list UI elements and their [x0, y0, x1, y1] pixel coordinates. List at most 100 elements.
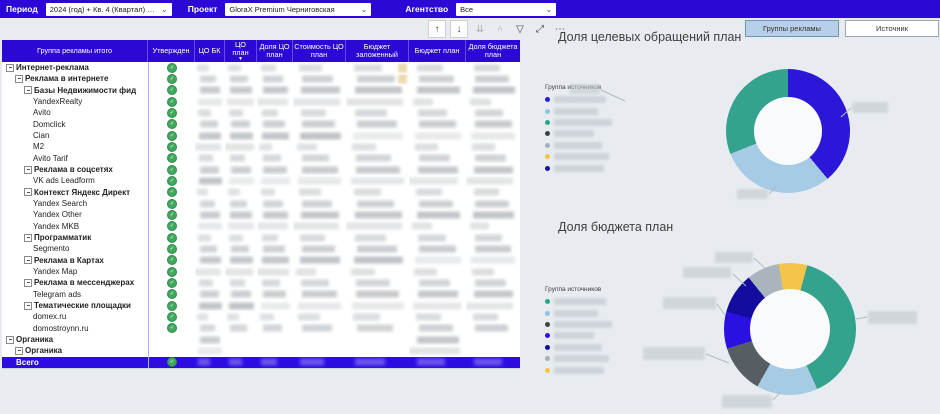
- legend-item[interactable]: [545, 342, 612, 353]
- table-row[interactable]: Avito ✓: [2, 107, 520, 119]
- collapse-icon[interactable]: [24, 278, 32, 287]
- table-row[interactable]: Реклама в мессенджерах ✓: [2, 277, 520, 289]
- redacted-value: [230, 324, 247, 332]
- legend-item[interactable]: [545, 364, 612, 375]
- column-header[interactable]: Стоимость ЦО план: [293, 40, 346, 62]
- table-row[interactable]: Telegram ads ✓: [2, 288, 520, 300]
- view-button[interactable]: Группы рекламы: [745, 20, 839, 37]
- redacted-value: [475, 154, 507, 162]
- table-row[interactable]: Реклама в Картах ✓: [2, 254, 520, 266]
- donut-chart-budget-share[interactable]: [724, 263, 856, 395]
- table-row[interactable]: Yandex Other ✓: [2, 209, 520, 221]
- table-row[interactable]: M2 ✓: [2, 141, 520, 153]
- redacted-value: [260, 188, 276, 196]
- legend-item[interactable]: [545, 162, 612, 173]
- table-row[interactable]: Реклама в интернете ✓: [2, 73, 520, 85]
- expand-all-icon[interactable]: ⇊: [472, 21, 488, 37]
- column-header[interactable]: ЦО БК: [195, 40, 225, 62]
- collapse-icon[interactable]: [24, 86, 32, 95]
- collapse-icon[interactable]: [24, 233, 32, 242]
- legend-item[interactable]: [545, 319, 612, 330]
- collapse-icon[interactable]: [15, 346, 23, 355]
- redacted-value: [200, 211, 221, 219]
- collapse-icon[interactable]: [24, 165, 32, 174]
- legend-item[interactable]: [545, 105, 612, 116]
- redacted-value: [300, 234, 325, 242]
- table-row[interactable]: Yandex Search ✓: [2, 197, 520, 210]
- table-row[interactable]: domex.ru ✓: [2, 311, 520, 323]
- legend-item[interactable]: [545, 151, 612, 162]
- legend-item[interactable]: [545, 94, 612, 105]
- redacted-value: [199, 75, 216, 83]
- redacted-value: [293, 222, 340, 230]
- column-header[interactable]: Утвержден: [148, 40, 195, 62]
- collapse-icon[interactable]: [6, 335, 14, 344]
- focus-mode-icon[interactable]: ⤢: [532, 21, 548, 37]
- redacted-value: [262, 211, 288, 219]
- table-row[interactable]: Avito Tarif ✓: [2, 152, 520, 164]
- highlighted-value: [398, 74, 407, 84]
- redacted-value: [229, 109, 244, 117]
- column-header[interactable]: Группа рекламы итого: [2, 40, 148, 62]
- redacted-value: [299, 358, 325, 366]
- drill-down-icon[interactable]: ↓: [450, 20, 468, 38]
- collapse-icon[interactable]: [24, 301, 32, 310]
- table-row[interactable]: Интернет-реклама ✓: [2, 62, 520, 74]
- table-row[interactable]: Программатик ✓: [2, 231, 520, 244]
- redacted-value: [228, 358, 243, 366]
- collapse-icon[interactable]: [24, 256, 32, 265]
- table-row[interactable]: Тематические площадки ✓: [2, 299, 520, 312]
- drill-up-icon[interactable]: ↑: [428, 20, 446, 38]
- legend-dot-icon: [545, 97, 550, 103]
- redacted-value: [418, 324, 453, 332]
- table-row[interactable]: VK ads Leadform ✓: [2, 175, 520, 187]
- column-header[interactable]: Бюджет план: [409, 40, 466, 62]
- column-header[interactable]: Доля бюджета план: [466, 40, 520, 62]
- redacted-value: [416, 86, 461, 94]
- view-button[interactable]: Источник: [845, 20, 939, 37]
- donut-chart-target-leads[interactable]: [726, 69, 850, 193]
- legend-item[interactable]: [545, 296, 612, 307]
- period-dropdown[interactable]: 2024 (год) + Кв. 4 (Квартал) + Октябрь (…: [45, 2, 172, 16]
- legend-dot-icon: [545, 154, 550, 160]
- redacted-value: [263, 245, 285, 253]
- project-dropdown[interactable]: GloraX Premium Черниговская ⌄: [225, 2, 372, 16]
- table-row[interactable]: Контекст Яндекс Директ ✓: [2, 186, 520, 198]
- redacted-value: [228, 177, 254, 185]
- legend-item[interactable]: [545, 330, 612, 341]
- table-total-row[interactable]: Всего ✓: [2, 356, 520, 368]
- approved-check-icon: ✓: [167, 289, 177, 300]
- legend-item[interactable]: [545, 307, 612, 318]
- collapse-icon[interactable]: [15, 74, 23, 83]
- legend-item[interactable]: [545, 128, 612, 139]
- redacted-value: [197, 188, 209, 196]
- table-row[interactable]: Базы Недвижимости фид ✓: [2, 84, 520, 96]
- collapse-icon[interactable]: [24, 188, 32, 197]
- table-row[interactable]: Segmento ✓: [2, 243, 520, 255]
- collapse-icon[interactable]: [6, 63, 14, 72]
- redacted-value: [346, 222, 402, 230]
- project-value: GloraX Premium Черниговская: [229, 4, 335, 14]
- redacted-value: [475, 245, 512, 253]
- redacted-value: [355, 109, 387, 117]
- column-header[interactable]: ЦО план ▼: [225, 40, 257, 62]
- table-row[interactable]: Yandex MKB ✓: [2, 220, 520, 232]
- filter-icon[interactable]: ▽: [512, 21, 528, 37]
- column-header[interactable]: Бюджет заложенный: [346, 40, 409, 62]
- agency-dropdown[interactable]: Все ⌄: [456, 2, 557, 16]
- table-row[interactable]: Domclick ✓: [2, 118, 520, 130]
- redacted-value: [418, 245, 456, 253]
- drill-hierarchy-icon[interactable]: ⑃: [492, 21, 508, 37]
- redacted-value: [466, 302, 513, 310]
- legend-item[interactable]: [545, 140, 612, 151]
- table-row[interactable]: domostroynn.ru ✓: [2, 322, 520, 334]
- table-row[interactable]: Cian ✓: [2, 129, 520, 142]
- table-row[interactable]: Органика: [2, 333, 520, 346]
- table-row[interactable]: Реклама в соцсетях ✓: [2, 163, 520, 176]
- table-row[interactable]: Органика: [2, 345, 520, 357]
- table-row[interactable]: Yandex Map ✓: [2, 265, 520, 278]
- table-row[interactable]: YandexRealty ✓: [2, 95, 520, 108]
- legend-item[interactable]: [545, 117, 612, 128]
- column-header[interactable]: Доля ЦО план: [257, 40, 293, 62]
- legend-item[interactable]: [545, 353, 612, 364]
